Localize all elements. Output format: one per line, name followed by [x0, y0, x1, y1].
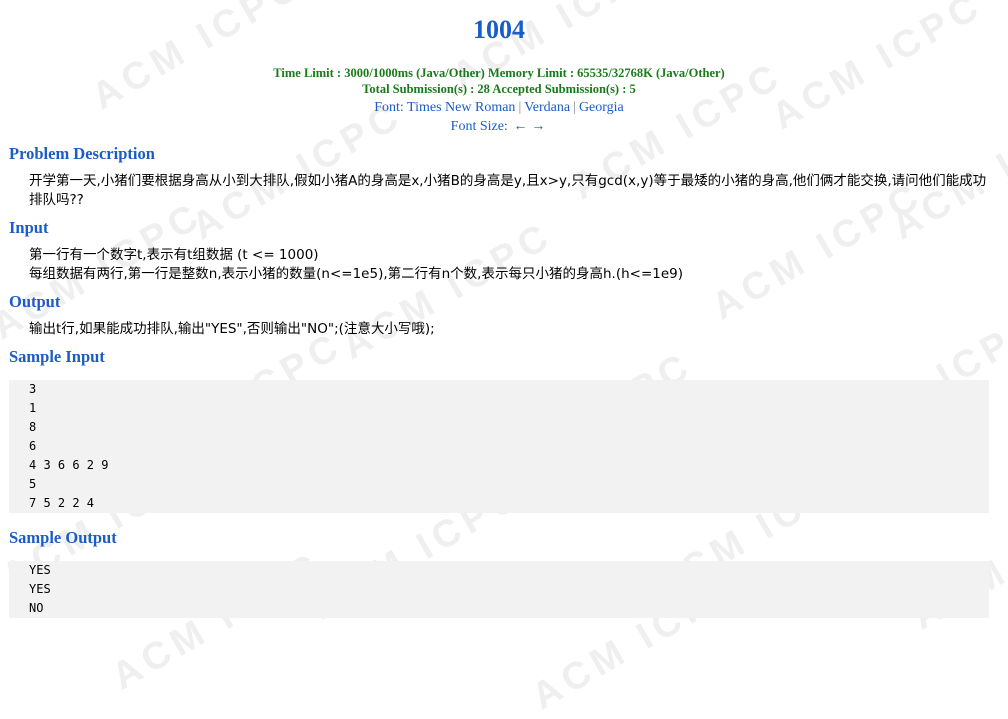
font-option-georgia[interactable]: Georgia — [579, 100, 624, 115]
sample-input-line: 5 — [29, 477, 37, 491]
input-heading: Input — [9, 218, 49, 237]
sample-output-line: NO — [29, 601, 44, 615]
time-memory-limit: Time Limit : 3000/1000ms (Java/Other) Me… — [273, 66, 725, 80]
output-heading: Output — [9, 292, 61, 311]
sample-input-heading: Sample Input — [9, 347, 105, 366]
input-line-2: 每组数据有两行,第一行是整数n,表示小猪的数量(n<=1e5),第二行有n个数,… — [29, 266, 684, 282]
output-text: 输出t行,如果能成功排队,输出"YES",否则输出"NO";(注意大小写哦); — [29, 321, 435, 337]
sample-input-line: 8 — [29, 420, 37, 434]
problem-limits: Time Limit : 3000/1000ms (Java/Other) Me… — [0, 65, 998, 97]
problem-description-text: 开学第一天,小猪们要根据身高从小到大排队,假如小猪A的身高是x,小猪B的身高是y… — [29, 173, 987, 208]
separator: | — [518, 100, 522, 115]
sample-input-line: 3 — [29, 382, 37, 396]
sample-output-heading: Sample Output — [9, 528, 117, 547]
font-size-decrease-arrow-icon[interactable]: ← — [511, 119, 529, 134]
problem-description-heading: Problem Description — [9, 144, 155, 163]
sample-input-line: 1 — [29, 401, 37, 415]
font-option-verdana[interactable]: Verdana — [524, 100, 570, 115]
separator: | — [573, 100, 576, 115]
watermark-text: ACM ICPC — [335, 213, 561, 369]
sample-input-line: 7 5 2 2 4 — [29, 496, 95, 510]
sample-input-line: 4 3 6 6 2 9 — [29, 458, 109, 472]
sample-output-block: YES YES NO — [9, 561, 989, 618]
font-size-increase-arrow-icon[interactable]: → — [529, 119, 547, 134]
sample-input-block: 3 1 8 6 4 3 6 6 2 9 5 7 5 2 2 4 — [9, 380, 989, 513]
sample-output-line: YES — [29, 582, 51, 596]
problem-title: 1004 — [473, 15, 525, 44]
font-selector: Font: Times New Roman | Verdana | Georgia — [0, 99, 998, 116]
font-size-control: Font Size: ← → — [0, 118, 998, 135]
font-option-times-new-roman[interactable]: Times New Roman — [407, 100, 515, 115]
sample-output-line: YES — [29, 563, 51, 577]
font-size-label: Font Size: — [450, 119, 508, 134]
input-line-1: 第一行有一个数字t,表示有t组数据 (t <= 1000) — [29, 247, 319, 263]
submission-stats: Total Submission(s) : 28 Accepted Submis… — [362, 82, 636, 96]
sample-input-line: 6 — [29, 439, 37, 453]
font-label: Font: — [374, 100, 404, 115]
